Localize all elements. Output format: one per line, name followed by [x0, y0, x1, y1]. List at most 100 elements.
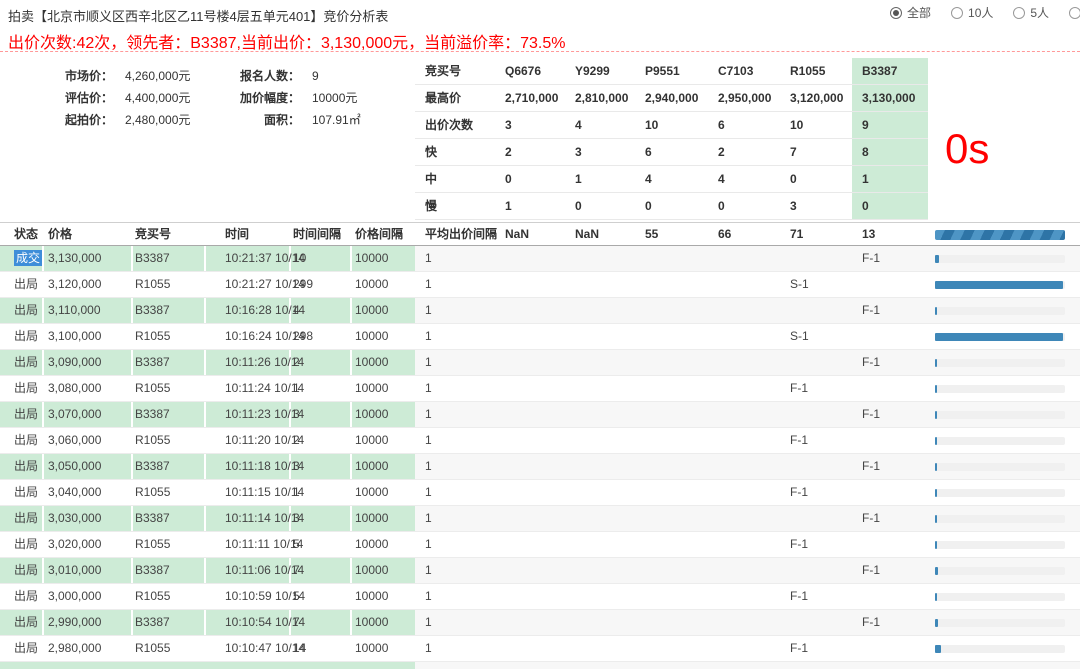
radio-selected-icon[interactable] [890, 7, 902, 19]
status-cell: 出局 [14, 376, 38, 401]
speed-marker: S-1 [790, 324, 809, 349]
interval-bar-track [935, 567, 1065, 575]
column-separator [204, 610, 206, 635]
interval-cell: 2 [293, 350, 300, 375]
column-separator [204, 506, 206, 531]
summary-row: B3387竞买号Q6676Y9299P9551C7103R1055 [415, 58, 928, 85]
price-cell: 3,120,000 [48, 272, 101, 297]
status-cell: 出局 [14, 402, 38, 427]
bidder-cell: R1055 [135, 324, 170, 349]
speed-marker: F-1 [790, 532, 808, 557]
count-cell: 1 [425, 272, 432, 297]
summary-cell: 2,810,000 [575, 85, 628, 111]
interval-bar [935, 567, 938, 575]
page-title: 拍卖【北京市顺义区西辛北区乙11号楼4层五单元401】竞价分析表 [8, 6, 388, 25]
summary-cell: 6 [645, 139, 652, 165]
summary-row: 9出价次数3410610 [415, 112, 928, 139]
info-label: 评估价： [28, 87, 113, 109]
column-separator [131, 350, 133, 375]
column-separator [350, 402, 352, 427]
bidder-cell: B3387 [135, 558, 170, 583]
interval-bar [935, 307, 937, 315]
avg-interval-label: 平均出价间隔 [425, 223, 497, 245]
interval-bar-track [935, 359, 1065, 367]
column-separator [350, 298, 352, 323]
interval-cell: 1 [293, 376, 300, 401]
summary-row: 1中01440 [415, 166, 928, 193]
status-cell: 成交 [14, 246, 42, 271]
summary-cell: 1 [505, 193, 512, 219]
column-separator [204, 402, 206, 427]
column-separator [42, 402, 44, 427]
price-cell: 3,090,000 [48, 350, 101, 375]
bidder-cell: R1055 [135, 428, 170, 453]
interval-bar [935, 593, 937, 601]
speed-marker: F-1 [790, 636, 808, 661]
price-cell: 3,080,000 [48, 376, 101, 401]
interval-bar-track [935, 541, 1065, 549]
bidder-cell: R1055 [135, 480, 170, 505]
step-cell: 10000 [355, 584, 388, 609]
info-row: 市场价：4,260,000元 [28, 65, 190, 87]
summary-cell: 3 [575, 139, 582, 165]
interval-bar [935, 437, 937, 445]
interval-bar [935, 619, 938, 627]
bidder-cell: R1055 [135, 636, 170, 661]
column-separator [131, 402, 133, 427]
step-cell: 10000 [355, 272, 388, 297]
summary-row-label: 竞买号 [425, 58, 461, 84]
filter-radio-0[interactable]: 全部 [890, 4, 931, 21]
radio-icon[interactable] [951, 7, 963, 19]
price-cell: 3,040,000 [48, 480, 101, 505]
step-cell: 10000 [355, 428, 388, 453]
status-cell: 出局 [14, 558, 38, 583]
highlight-cell: 9 [852, 112, 928, 138]
summary-cell: 8 [862, 145, 869, 159]
info-value: 107.91㎡ [312, 109, 361, 131]
summary-row-label: 慢 [425, 193, 437, 219]
speed-marker: F-1 [862, 350, 880, 375]
interval-bar [935, 333, 1063, 341]
count-cell: 1 [425, 298, 432, 323]
summary-cell: 1 [575, 166, 582, 192]
column-header: 状态 [14, 223, 38, 245]
summary-cell: 4 [575, 112, 582, 138]
filter-radio-1[interactable]: 10人 [951, 4, 993, 21]
step-cell: 10000 [355, 636, 388, 661]
filter-radio-label: 全部 [907, 4, 931, 21]
column-separator [350, 558, 352, 583]
count-cell: 1 [425, 480, 432, 505]
summary-row: 3,130,000最高价2,710,0002,810,0002,940,0002… [415, 85, 928, 112]
interval-cell: 298 [293, 324, 313, 349]
column-separator [204, 558, 206, 583]
filter-radio-2[interactable]: 5人 [1013, 4, 1049, 21]
summary-cell: Y9299 [575, 58, 610, 84]
interval-bar-track [935, 645, 1065, 653]
interval-bar-track [935, 411, 1065, 419]
price-cell: 2,980,000 [48, 636, 101, 661]
summary-cell: 3 [790, 193, 797, 219]
radio-icon[interactable] [1069, 7, 1080, 19]
info-label: 起拍价： [28, 109, 113, 131]
price-cell: 3,010,000 [48, 558, 101, 583]
interval-cell: 7 [293, 610, 300, 635]
interval-bar-track [935, 255, 1065, 263]
info-row: 评估价：4,400,000元 [28, 87, 190, 109]
radio-icon[interactable] [1013, 7, 1025, 19]
price-cell: 3,130,000 [48, 246, 101, 271]
info-value: 9 [312, 65, 319, 87]
bid-row: 出局3,010,000B338710:11:06 10/147100001F-1 [0, 558, 1080, 584]
interval-bar-track [935, 619, 1065, 627]
row-highlight [0, 662, 415, 669]
info-value: 4,260,000元 [125, 65, 190, 87]
count-cell: 1 [425, 636, 432, 661]
bid-row: 出局3,030,000B338710:11:14 10/143100001F-1 [0, 506, 1080, 532]
column-separator [131, 298, 133, 323]
interval-cell: 2 [293, 428, 300, 453]
column-separator [42, 558, 44, 583]
summary-row-label: 中 [425, 166, 437, 192]
count-cell: 1 [425, 558, 432, 583]
filter-radio-3[interactable]: 3人 [1069, 4, 1080, 21]
status-cell: 出局 [14, 350, 38, 375]
interval-cell: 3 [293, 454, 300, 479]
